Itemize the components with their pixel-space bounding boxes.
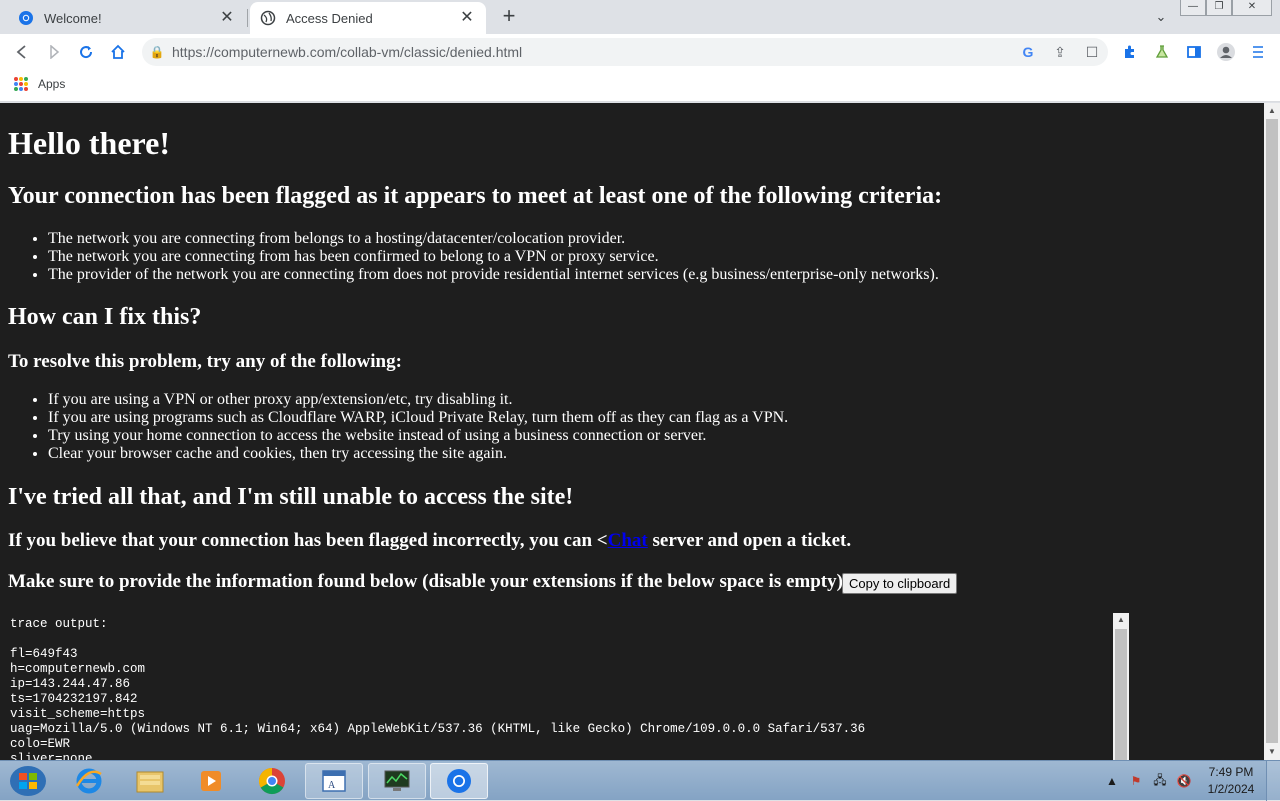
side-panel-icon[interactable] bbox=[1182, 40, 1206, 64]
folder-icon bbox=[136, 771, 164, 793]
taskbar-file-explorer[interactable] bbox=[121, 763, 179, 799]
action-center-flag-icon[interactable]: ⚑ bbox=[1124, 774, 1148, 788]
bookmark-star-icon[interactable]: ☐ bbox=[1076, 44, 1108, 61]
page-content: Hello there! Your connection has been fl… bbox=[0, 103, 1264, 760]
extension-flask-icon[interactable] bbox=[1150, 40, 1174, 64]
list-item: If you are using a VPN or other proxy ap… bbox=[48, 391, 788, 409]
fix-heading: How can I fix this? bbox=[8, 304, 202, 330]
wordpad-icon: A bbox=[322, 770, 346, 792]
tab-search-chevron-icon[interactable]: ⌄ bbox=[1150, 6, 1172, 28]
google-translate-icon[interactable]: G bbox=[1012, 44, 1044, 60]
list-item: The network you are connecting from has … bbox=[48, 248, 939, 266]
url-path: /collab-vm/classic/denied.html bbox=[336, 44, 523, 60]
scroll-up-arrow-icon[interactable]: ▲ bbox=[1113, 613, 1129, 627]
scroll-up-arrow-icon[interactable]: ▲ bbox=[1264, 103, 1280, 119]
media-player-icon bbox=[201, 771, 221, 791]
new-tab-icon[interactable]: + bbox=[498, 5, 520, 28]
criteria-list: The network you are connecting from belo… bbox=[48, 230, 939, 284]
page-scrollbar[interactable]: ▲ ▼ bbox=[1264, 103, 1280, 760]
scroll-thumb[interactable] bbox=[1115, 629, 1127, 760]
address-bar[interactable]: 🔒 https://computernewb.com/collab-vm/cla… bbox=[142, 38, 1108, 66]
internet-explorer-icon bbox=[75, 768, 102, 794]
scroll-down-arrow-icon[interactable]: ▼ bbox=[1264, 744, 1280, 760]
scroll-thumb[interactable] bbox=[1266, 119, 1278, 743]
incorrect-suffix: server and open a ticket. bbox=[647, 530, 852, 551]
lock-icon[interactable]: 🔒 bbox=[142, 45, 172, 59]
minimize-icon[interactable]: — bbox=[1180, 0, 1206, 16]
trace-output-box[interactable]: trace output: fl=649f43 h=computernewb.c… bbox=[0, 613, 1130, 760]
fixes-list: If you are using a VPN or other proxy ap… bbox=[48, 391, 788, 463]
volume-muted-icon[interactable]: 🔇 bbox=[1172, 774, 1196, 788]
taskbar-chromium[interactable] bbox=[430, 763, 488, 799]
taskbar-task-manager[interactable] bbox=[368, 763, 426, 799]
back-arrow-icon[interactable] bbox=[10, 40, 34, 64]
reload-icon[interactable] bbox=[74, 40, 98, 64]
resolve-heading: To resolve this problem, try any of the … bbox=[8, 351, 402, 372]
list-item: Try using your home connection to access… bbox=[48, 427, 788, 445]
clock-date: 1/2/2024 bbox=[1207, 782, 1255, 796]
taskbar-chrome[interactable] bbox=[243, 763, 301, 799]
chromium-icon bbox=[447, 769, 471, 793]
trace-output-text: trace output: fl=649f43 h=computernewb.c… bbox=[10, 617, 866, 760]
trace-scrollbar[interactable]: ▲ bbox=[1113, 613, 1129, 760]
browser-toolbar: 🔒 https://computernewb.com/collab-vm/cla… bbox=[0, 34, 1280, 70]
chrome-icon bbox=[258, 767, 285, 795]
show-desktop-button[interactable] bbox=[1266, 761, 1280, 801]
taskbar-media-player[interactable] bbox=[182, 763, 240, 799]
monitor-icon bbox=[384, 770, 410, 791]
tab-separator bbox=[247, 9, 248, 27]
share-icon[interactable]: ⇪ bbox=[1044, 44, 1076, 61]
url-host: https://computernewb.com bbox=[172, 44, 337, 60]
network-icon[interactable]: 🖧 bbox=[1148, 771, 1172, 792]
taskbar-internet-explorer[interactable] bbox=[60, 763, 118, 799]
extensions-puzzle-icon[interactable] bbox=[1118, 40, 1142, 64]
forward-arrow-icon[interactable] bbox=[42, 40, 66, 64]
tab-title: Welcome! bbox=[44, 10, 102, 26]
tab-strip: Welcome! ✕ Access Denied ✕ + ⌄ — ❐ ✕ bbox=[0, 0, 1280, 34]
clock[interactable]: 7:49 PM 1/2/2024 bbox=[1196, 764, 1266, 798]
apps-grid-icon bbox=[14, 77, 28, 91]
list-item: If you are using programs such as Cloudf… bbox=[48, 409, 788, 427]
tried-heading: I've tried all that, and I'm still unabl… bbox=[8, 484, 574, 510]
list-item: The network you are connecting from belo… bbox=[48, 230, 939, 248]
system-tray: ▲ ⚑ 🖧 🔇 7:49 PM 1/2/2024 bbox=[1100, 761, 1280, 801]
bookmarks-bar: Apps bbox=[0, 70, 1280, 102]
window-controls: — ❐ ✕ bbox=[1180, 0, 1272, 18]
apps-label: Apps bbox=[38, 77, 66, 91]
incorrect-prefix: If you believe that your connection has … bbox=[8, 530, 608, 551]
tab-welcome[interactable]: Welcome! ✕ bbox=[8, 2, 246, 34]
list-item: The provider of the network you are conn… bbox=[48, 266, 939, 284]
profile-avatar-icon[interactable] bbox=[1214, 40, 1238, 64]
taskbar: A ▲ ⚑ 🖧 🔇 7:49 PM 1/2/2024 bbox=[0, 760, 1280, 801]
tab-access-denied[interactable]: Access Denied ✕ bbox=[250, 2, 486, 34]
provide-info-text: Make sure to provide the information fou… bbox=[8, 571, 850, 592]
svg-text:A: A bbox=[328, 780, 336, 791]
windows-logo-icon bbox=[10, 766, 46, 796]
globe-favicon-icon bbox=[260, 10, 276, 26]
tab-close-icon[interactable]: ✕ bbox=[458, 9, 476, 27]
tray-expand-icon[interactable]: ▲ bbox=[1100, 774, 1124, 788]
chat-link[interactable]: Chat bbox=[608, 530, 648, 551]
apps-shortcut[interactable]: Apps bbox=[14, 77, 65, 91]
tab-close-icon[interactable]: ✕ bbox=[218, 9, 236, 27]
clock-time: 7:49 PM bbox=[1208, 765, 1254, 779]
home-icon[interactable] bbox=[106, 40, 130, 64]
taskbar-wordpad[interactable]: A bbox=[305, 763, 363, 799]
flagged-heading: Your connection has been flagged as it a… bbox=[8, 183, 943, 209]
copy-to-clipboard-button[interactable]: Copy to clipboard bbox=[842, 573, 958, 594]
chrome-favicon-icon bbox=[18, 10, 34, 26]
restore-icon[interactable]: ❐ bbox=[1206, 0, 1232, 16]
url-text[interactable]: https://computernewb.com/collab-vm/class… bbox=[172, 44, 1012, 60]
window-close-icon[interactable]: ✕ bbox=[1232, 0, 1272, 16]
tab-title: Access Denied bbox=[286, 10, 373, 26]
start-button[interactable] bbox=[0, 763, 56, 799]
list-item: Clear your browser cache and cookies, th… bbox=[48, 445, 788, 463]
incorrect-flag-text: If you believe that your connection has … bbox=[8, 530, 851, 552]
page-heading: Hello there! bbox=[8, 125, 171, 161]
menu-icon[interactable] bbox=[1246, 40, 1270, 64]
